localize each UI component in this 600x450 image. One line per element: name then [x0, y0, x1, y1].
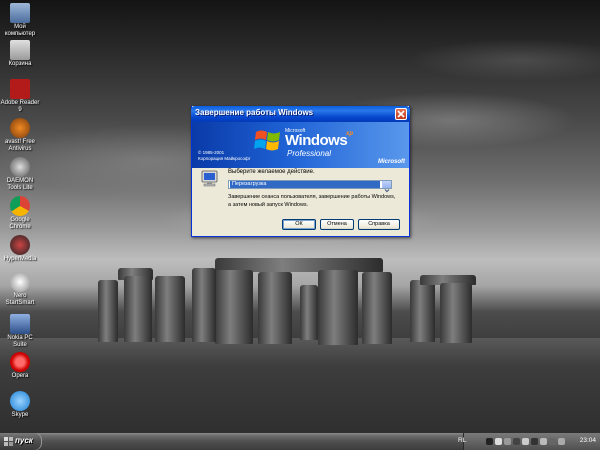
- action-prompt: Выберите желаемое действие.: [228, 169, 315, 175]
- tray-app-icon[interactable]: [549, 438, 556, 445]
- help-button[interactable]: Справка: [358, 219, 400, 230]
- system-tray: RL 23:04: [458, 433, 600, 450]
- daemon-tools-icon: [10, 157, 30, 177]
- desktop-icon-google-chrome[interactable]: Google Chrome: [0, 196, 40, 231]
- desktop-icon-skype[interactable]: Skype: [0, 391, 40, 419]
- tray-app-icon[interactable]: [486, 438, 493, 445]
- brand-microsoft-logo: Microsoft: [378, 159, 405, 165]
- nero-icon: [10, 272, 30, 292]
- hypermedia-icon: [10, 235, 30, 255]
- recycle-bin-icon: [10, 40, 30, 60]
- nokia-icon: [10, 314, 30, 334]
- desktop-icon-recycle-bin[interactable]: Корзина: [0, 40, 40, 68]
- skype-icon: [10, 391, 30, 411]
- shutdown-dialog: Завершение работы Windows © 1985-2001 Ко…: [191, 106, 410, 237]
- desktop-icon-opera[interactable]: Opera: [0, 352, 40, 380]
- taskbar: пуск RL 23:04: [0, 433, 600, 450]
- tray-app-icon[interactable]: [513, 438, 520, 445]
- action-dropdown[interactable]: Перезагрузка: [228, 180, 392, 193]
- cancel-button[interactable]: Отмена: [320, 219, 354, 230]
- brand-edition: Professional: [287, 149, 332, 158]
- desktop-icon-daemon-tools[interactable]: DAEMON Tools Lite: [0, 157, 40, 192]
- avast-icon: [10, 118, 30, 138]
- wallpaper-ground: [0, 338, 600, 433]
- tray-app-icon[interactable]: [522, 438, 529, 445]
- windows-flag-icon: [254, 130, 280, 151]
- dropdown-arrow-button[interactable]: [382, 181, 391, 193]
- adobe-reader-icon: [10, 79, 30, 99]
- tray-app-icon[interactable]: [531, 438, 538, 445]
- brand-windows: Windows: [285, 132, 348, 149]
- desktop-icon-nero[interactable]: Nero StartSmart: [0, 272, 40, 307]
- language-indicator[interactable]: RL: [458, 437, 466, 444]
- clock[interactable]: 23:04: [580, 437, 596, 444]
- chrome-icon: [10, 196, 30, 216]
- close-icon: [397, 110, 405, 118]
- brand-xp: xp: [346, 131, 354, 137]
- computer-icon: [10, 3, 30, 23]
- desktop-icon-avast[interactable]: avast! Free Antivirus: [0, 118, 40, 153]
- ok-button[interactable]: ОК: [282, 219, 316, 230]
- start-label: пуск: [15, 436, 33, 445]
- action-description: Завершение сеанса пользователя, завершен…: [228, 194, 396, 208]
- dialog-titlebar[interactable]: Завершение работы Windows: [191, 106, 410, 122]
- close-button[interactable]: [395, 108, 407, 120]
- tray-app-icon[interactable]: [540, 438, 547, 445]
- volume-icon[interactable]: [558, 438, 565, 445]
- desktop-icon-adobe-reader[interactable]: Adobe Reader 9: [0, 79, 40, 114]
- computer-icon: [201, 170, 218, 187]
- opera-icon: [10, 352, 30, 372]
- desktop-icon-hypermedia[interactable]: HyperMedia: [0, 235, 40, 263]
- action-selected-value: Перезагрузка: [230, 181, 380, 188]
- windows-xp-banner: © 1985-2001 Корпорация Майкрософт Micros…: [192, 122, 409, 168]
- start-button[interactable]: пуск: [0, 433, 42, 450]
- windows-flag-icon: [4, 437, 13, 446]
- chevron-down-icon: [384, 189, 390, 193]
- dialog-title: Завершение работы Windows: [195, 108, 314, 117]
- tray-app-icon[interactable]: [504, 438, 511, 445]
- tray-app-icon[interactable]: [495, 438, 502, 445]
- desktop-icon-my-computer[interactable]: Мой компьютер: [0, 3, 40, 38]
- desktop-icon-nokia-pc-suite[interactable]: Nokia PC Suite: [0, 314, 40, 349]
